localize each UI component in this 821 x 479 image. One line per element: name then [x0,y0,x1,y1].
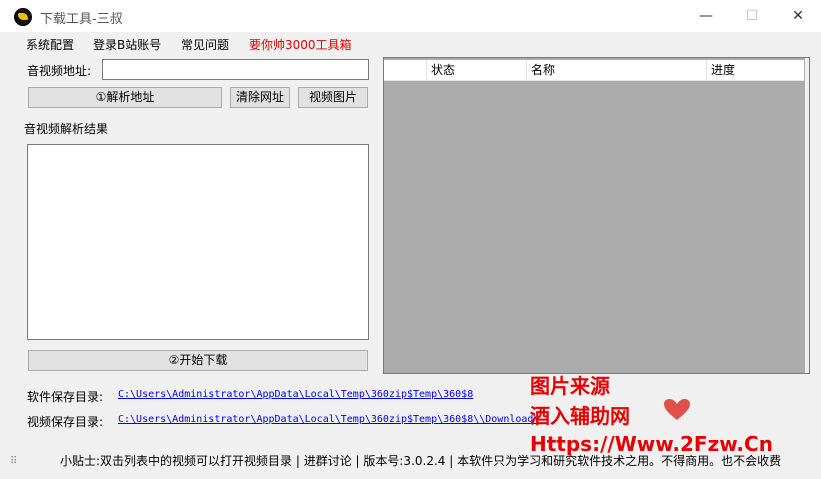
parse-button[interactable]: ①解析地址 [28,87,222,108]
video-dir-link[interactable]: C:\Users\Administrator\AppData\Local\Tem… [118,414,539,425]
download-list[interactable]: 状态 名称 进度 [383,57,810,374]
menu-system-config[interactable]: 系统配置 [26,36,74,53]
heart-icon [664,399,690,420]
video-dir-label: 视频保存目录: [27,415,104,429]
video-image-button[interactable]: 视频图片 [298,87,368,108]
watermark-line-1: 图片来源 [530,374,610,398]
results-textarea[interactable] [27,144,369,340]
clear-url-button[interactable]: 清除网址 [230,87,290,108]
start-download-button[interactable]: ②开始下载 [28,350,368,371]
url-label: 音视频地址: [27,64,92,78]
watermark-line-2: 酒入辅助网 [530,404,630,428]
app-logo-icon [14,8,32,26]
menu-faq[interactable]: 常见问题 [181,36,229,53]
column-header-index[interactable] [384,60,426,80]
software-dir-link[interactable]: C:\Users\Administrator\AppData\Local\Tem… [118,389,473,400]
window-title: 下载工具-三叔 [40,12,123,27]
url-input[interactable] [102,59,369,80]
menu-login-bilibili[interactable]: 登录B站账号 [93,36,161,53]
column-header-progress[interactable]: 进度 [706,60,804,80]
results-label: 音视频解析结果 [24,122,109,136]
column-header-name[interactable]: 名称 [526,60,706,80]
maximize-button[interactable]: ☐ [729,0,775,32]
title-bar: 下载工具-三叔 — ☐ ✕ [0,0,821,32]
resize-grip-icon[interactable]: ⠿ [10,456,17,467]
list-scrollbar[interactable] [805,58,809,373]
watermark-line-3: Https://Www.2Fzw.Cn [530,432,773,456]
minimize-button[interactable]: — [683,0,729,32]
close-button[interactable]: ✕ [775,0,821,32]
menu-toolbox[interactable]: 要你帅3000工具箱 [249,36,352,53]
table-header: 状态 名称 进度 [384,60,804,81]
software-dir-label: 软件保存目录: [27,390,104,404]
column-header-status[interactable]: 状态 [426,60,526,80]
